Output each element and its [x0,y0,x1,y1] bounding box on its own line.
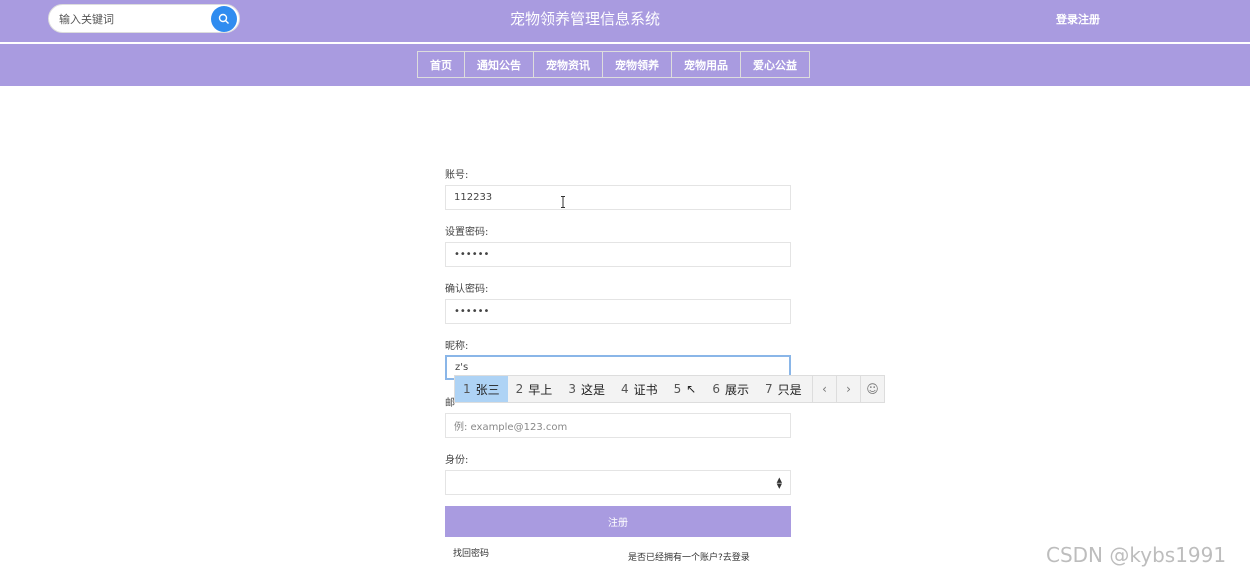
nav-charity[interactable]: 爱心公益 [741,51,810,78]
ime-candidate[interactable]: 2 早上 [508,376,561,402]
ime-candidate[interactable]: 7 只是 [757,376,810,402]
header: 宠物领养管理信息系统 登录注册 首页 通知公告 宠物资讯 宠物领养 宠物用品 爱… [0,0,1250,86]
confirm-password-label: 确认密码: [445,284,489,295]
password-label: 设置密码: [445,227,489,238]
ime-candidate[interactable]: 6 展示 [704,376,757,402]
ime-candidate[interactable]: 1 张三 [455,376,508,402]
register-button[interactable]: 注册 [445,506,791,537]
email-input[interactable]: 例: example@123.com [445,413,791,438]
ime-candidate-bar: 1 张三 2 早上 3 这是 4 证书 5 ↖ 6 展示 7 只是 ‹ › ☺ [454,375,885,403]
nav-notices[interactable]: 通知公告 [465,51,534,78]
forgot-password-link[interactable]: 找回密码 [453,546,489,559]
role-label: 身份: [445,455,469,466]
ime-next-icon[interactable]: › [836,376,860,402]
password-input[interactable]: •••••• [445,242,791,267]
ime-candidate[interactable]: 4 证书 [613,376,666,402]
role-select[interactable]: ▲ ▼ [445,470,791,495]
ime-candidate[interactable]: 5 ↖ [666,376,705,402]
site-title: 宠物领养管理信息系统 [509,10,660,28]
nav-pet-adoption[interactable]: 宠物领养 [603,51,672,78]
nav-home[interactable]: 首页 [417,51,465,78]
ime-candidate[interactable]: 3 这是 [560,376,613,402]
account-input[interactable]: 112233 [445,185,791,210]
ime-emoji-icon[interactable]: ☺ [860,376,884,402]
nav-pet-news[interactable]: 宠物资讯 [534,51,603,78]
nav-pet-supplies[interactable]: 宠物用品 [672,51,741,78]
select-arrows-icon: ▲ ▼ [776,476,782,490]
confirm-password-input[interactable]: •••••• [445,299,791,324]
ime-prev-icon[interactable]: ‹ [812,376,836,402]
nickname-label: 昵称: [445,341,469,352]
main-nav: 首页 通知公告 宠物资讯 宠物领养 宠物用品 爱心公益 [417,51,810,78]
login-register-link[interactable]: 登录注册 [1056,11,1100,27]
account-label: 账号: [445,170,469,181]
header-divider [0,42,1250,44]
watermark: CSDN @kybs1991 [1046,543,1227,567]
go-login-link[interactable]: 是否已经拥有一个账户?去登录 [628,550,750,563]
text-cursor-icon [561,196,565,208]
